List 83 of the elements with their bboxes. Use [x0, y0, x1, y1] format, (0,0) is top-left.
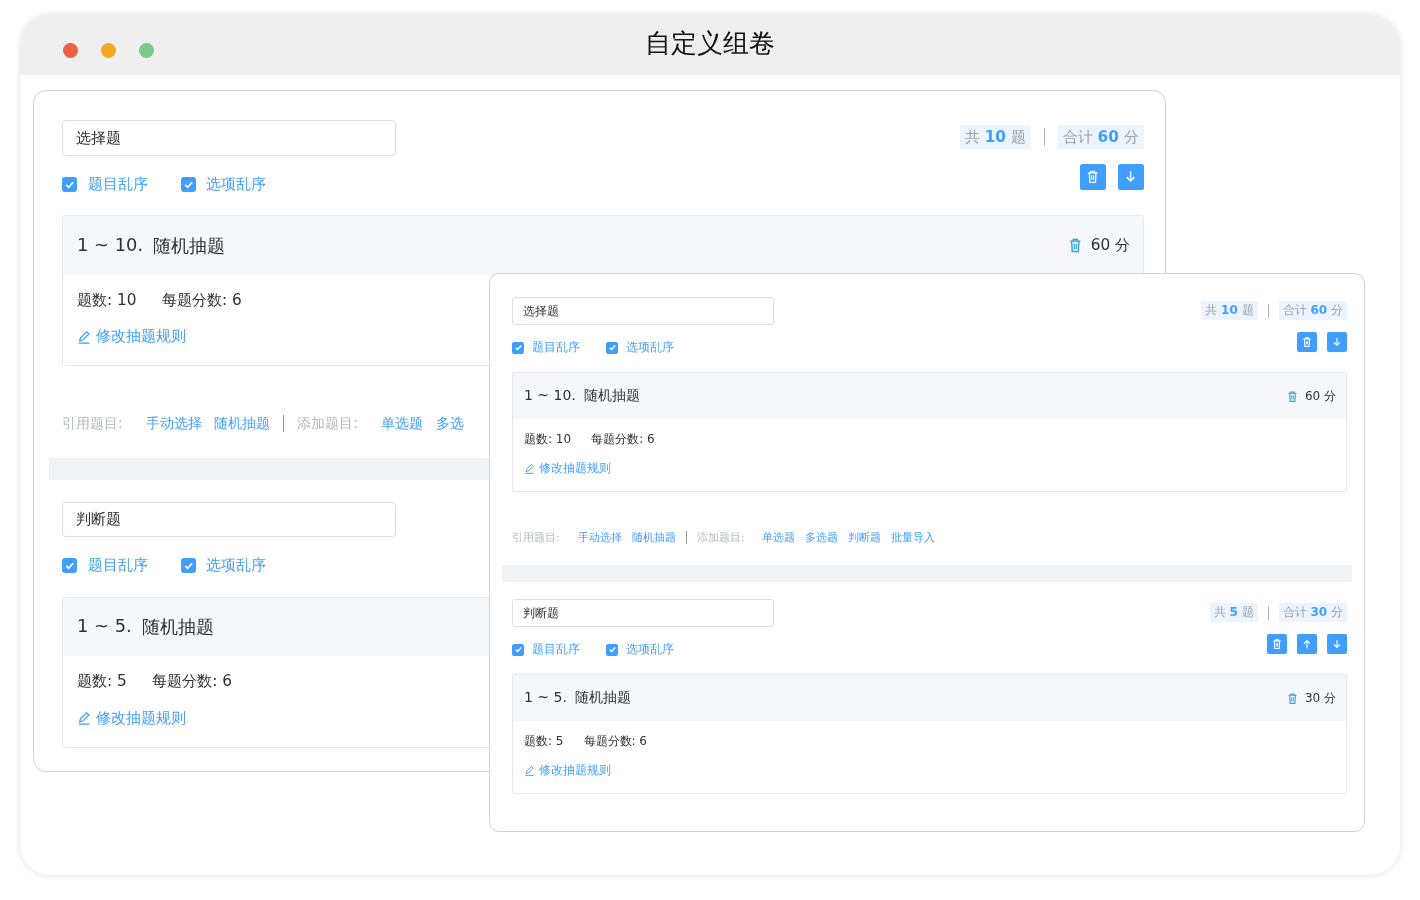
shuffle-checkbox[interactable]: 选项乱序: [606, 641, 674, 658]
rule-range: 1 ~ 10.: [77, 233, 144, 257]
rule-score: 60 分: [1304, 387, 1336, 405]
shuffle-checkbox[interactable]: 题目乱序: [512, 339, 580, 356]
edit-rule-link[interactable]: 修改抽题规则: [77, 326, 187, 348]
question-count: 题数: 5: [77, 671, 127, 693]
score-per-question: 每题分数: 6: [152, 671, 233, 693]
total-score-badge: 合计 30 分: [1278, 603, 1347, 622]
edit-rule-link[interactable]: 修改抽题规则: [77, 707, 187, 729]
section-name-field[interactable]: 判断题: [62, 501, 397, 538]
add-question-link[interactable]: 多选题: [805, 530, 839, 545]
shuffle-checkbox[interactable]: 选项乱序: [606, 339, 674, 356]
move-up-button[interactable]: [1297, 634, 1317, 654]
question-count-badge: 共 5 题: [1209, 603, 1258, 622]
rule-score: 60 分: [1090, 235, 1131, 257]
check-icon: [607, 343, 617, 352]
rule-title: 随机抽题: [153, 233, 226, 258]
pencil-icon: [524, 765, 535, 776]
cite-link[interactable]: 随机抽题: [214, 414, 271, 433]
section-name-field[interactable]: 判断题: [512, 599, 774, 627]
delete-section-button[interactable]: [1297, 332, 1317, 352]
shuffle-checkbox[interactable]: 选项乱序: [180, 173, 267, 195]
close-icon[interactable]: [63, 42, 78, 58]
question-count-badge: 共 10 题: [959, 125, 1031, 149]
arrow-up-icon: [1301, 638, 1313, 650]
rule-title: 随机抽题: [574, 689, 631, 707]
cite-link[interactable]: 随机抽题: [631, 530, 676, 545]
add-label: 添加题目:: [297, 414, 358, 433]
rule-range: 1 ~ 5.: [77, 614, 132, 638]
rule-range: 1 ~ 10.: [524, 387, 576, 405]
cite-link[interactable]: 手动选择: [145, 414, 202, 433]
question-count: 题数: 10: [524, 431, 572, 448]
add-question-link[interactable]: 单选题: [762, 530, 796, 545]
shuffle-checkbox[interactable]: 选项乱序: [180, 555, 267, 577]
add-label: 添加题目:: [696, 530, 745, 545]
trash-icon: [1285, 389, 1299, 403]
score-per-question: 每题分数: 6: [591, 431, 655, 448]
cite-label: 引用题目:: [512, 530, 560, 545]
score-per-question: 每题分数: 6: [583, 733, 647, 750]
pencil-icon: [77, 711, 92, 726]
move-down-button[interactable]: [1327, 634, 1347, 654]
score-per-question: 每题分数: 6: [162, 290, 242, 312]
maximize-icon[interactable]: [139, 42, 154, 58]
delete-rule-button[interactable]: [1285, 389, 1299, 403]
edit-rule-link[interactable]: 修改抽题规则: [524, 460, 611, 477]
shuffle-checkbox[interactable]: 题目乱序: [512, 641, 580, 658]
pencil-icon: [77, 329, 92, 344]
delete-section-button[interactable]: [1267, 634, 1287, 654]
add-question-link[interactable]: 判断题: [848, 530, 882, 545]
shuffle-checkbox[interactable]: 题目乱序: [62, 555, 148, 577]
check-icon: [513, 343, 523, 352]
minimize-icon[interactable]: [101, 42, 116, 58]
trash-icon: [1301, 336, 1313, 348]
trash-icon: [1271, 638, 1283, 650]
section-name-field[interactable]: 选择题: [512, 297, 774, 325]
rule-score: 30 分: [1304, 689, 1336, 707]
pencil-icon: [524, 463, 535, 474]
total-score-badge: 合计 60 分: [1278, 301, 1347, 320]
delete-section-button[interactable]: [1080, 164, 1106, 190]
move-down-button[interactable]: [1118, 164, 1144, 190]
delete-rule-button[interactable]: [1285, 691, 1299, 705]
arrow-down-icon: [1331, 336, 1343, 348]
rule-range: 1 ~ 5.: [524, 689, 567, 707]
check-icon: [607, 645, 617, 654]
shuffle-checkbox[interactable]: 题目乱序: [62, 173, 148, 195]
cite-label: 引用题目:: [62, 414, 123, 433]
question-count-badge: 共 10 题: [1201, 301, 1258, 320]
total-score-badge: 合计 60 分: [1057, 125, 1144, 149]
rule-title: 随机抽题: [141, 614, 214, 639]
add-question-link[interactable]: 单选题: [380, 414, 423, 433]
arrow-down-icon: [1331, 638, 1343, 650]
move-down-button[interactable]: [1327, 332, 1347, 352]
window-title: 自定义组卷: [645, 27, 775, 60]
cite-link[interactable]: 手动选择: [577, 530, 622, 545]
rule-title: 随机抽题: [583, 387, 640, 405]
edit-rule-link[interactable]: 修改抽题规则: [524, 762, 611, 779]
add-question-link[interactable]: 多选: [435, 414, 464, 433]
trash-icon: [1285, 691, 1299, 705]
question-count: 题数: 5: [524, 733, 564, 750]
check-icon: [513, 645, 523, 654]
question-count: 题数: 10: [77, 290, 137, 312]
section-name-field[interactable]: 选择题: [62, 120, 397, 156]
add-question-link[interactable]: 批量导入: [891, 530, 936, 545]
